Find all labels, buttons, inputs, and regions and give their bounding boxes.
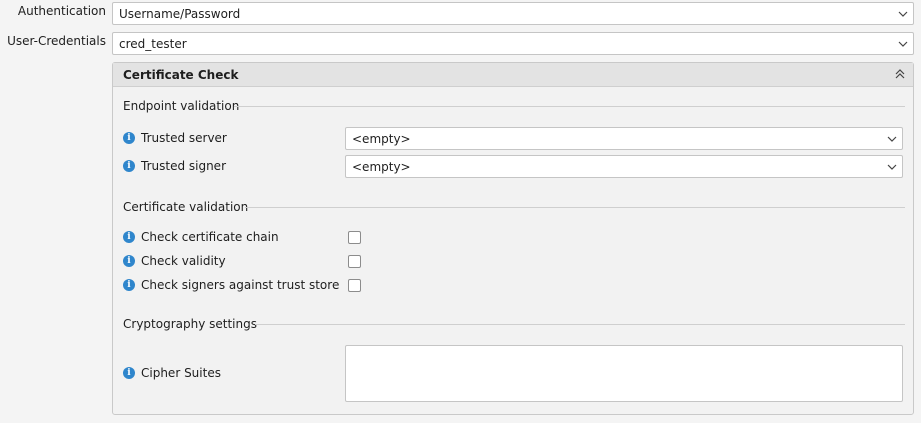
chevron-down-icon (882, 128, 902, 149)
check-validity-label-row: i Check validity (123, 254, 226, 268)
info-icon[interactable]: i (123, 132, 135, 144)
section-divider (234, 106, 905, 107)
check-signers-checkbox[interactable] (348, 279, 361, 292)
authentication-value: Username/Password (119, 6, 241, 21)
info-icon[interactable]: i (123, 279, 135, 291)
trusted-signer-value: <empty> (352, 159, 411, 174)
cipher-suites-label-row: i Cipher Suites (123, 366, 221, 380)
authentication-select[interactable]: Username/Password (112, 2, 914, 25)
user-credentials-label: User-Credentials (7, 34, 106, 48)
info-icon[interactable]: i (123, 367, 135, 379)
user-credentials-select[interactable]: cred_tester (112, 32, 914, 55)
panel-header[interactable]: Certificate Check (113, 63, 913, 87)
chevron-down-icon (893, 3, 913, 24)
check-signers-label: Check signers against trust store (141, 278, 340, 292)
endpoint-validation-title: Endpoint validation (123, 99, 240, 113)
trusted-signer-label: Trusted signer (141, 159, 227, 173)
trusted-server-value: <empty> (352, 131, 411, 146)
certificate-check-panel: Certificate Check Endpoint validation i … (112, 62, 914, 415)
trusted-signer-select[interactable]: <empty> (345, 155, 903, 178)
certificate-validation-title: Certificate validation (123, 200, 249, 214)
info-icon[interactable]: i (123, 255, 135, 267)
panel-title: Certificate Check (123, 68, 239, 82)
info-icon[interactable]: i (123, 160, 135, 172)
section-divider (245, 207, 905, 208)
trusted-server-label: Trusted server (141, 131, 227, 145)
cipher-suites-label: Cipher Suites (141, 366, 221, 380)
certificate-settings-form: Authentication Username/Password User-Cr… (0, 0, 921, 423)
user-credentials-value: cred_tester (119, 36, 187, 51)
authentication-label: Authentication (17, 4, 106, 18)
info-icon[interactable]: i (123, 231, 135, 243)
section-divider (255, 324, 905, 325)
check-chain-label: Check certificate chain (141, 230, 279, 244)
trusted-server-select[interactable]: <empty> (345, 127, 903, 150)
cipher-suites-input[interactable] (345, 345, 903, 402)
double-chevron-up-icon[interactable] (893, 67, 907, 81)
chevron-down-icon (893, 33, 913, 54)
check-chain-label-row: i Check certificate chain (123, 230, 279, 244)
trusted-server-label-row: i Trusted server (123, 131, 227, 145)
chevron-down-icon (882, 156, 902, 177)
trusted-signer-label-row: i Trusted signer (123, 159, 226, 173)
check-validity-label: Check validity (141, 254, 226, 268)
check-chain-checkbox[interactable] (348, 231, 361, 244)
check-validity-checkbox[interactable] (348, 255, 361, 268)
check-signers-label-row: i Check signers against trust store (123, 278, 339, 292)
cryptography-settings-title: Cryptography settings (123, 317, 257, 331)
